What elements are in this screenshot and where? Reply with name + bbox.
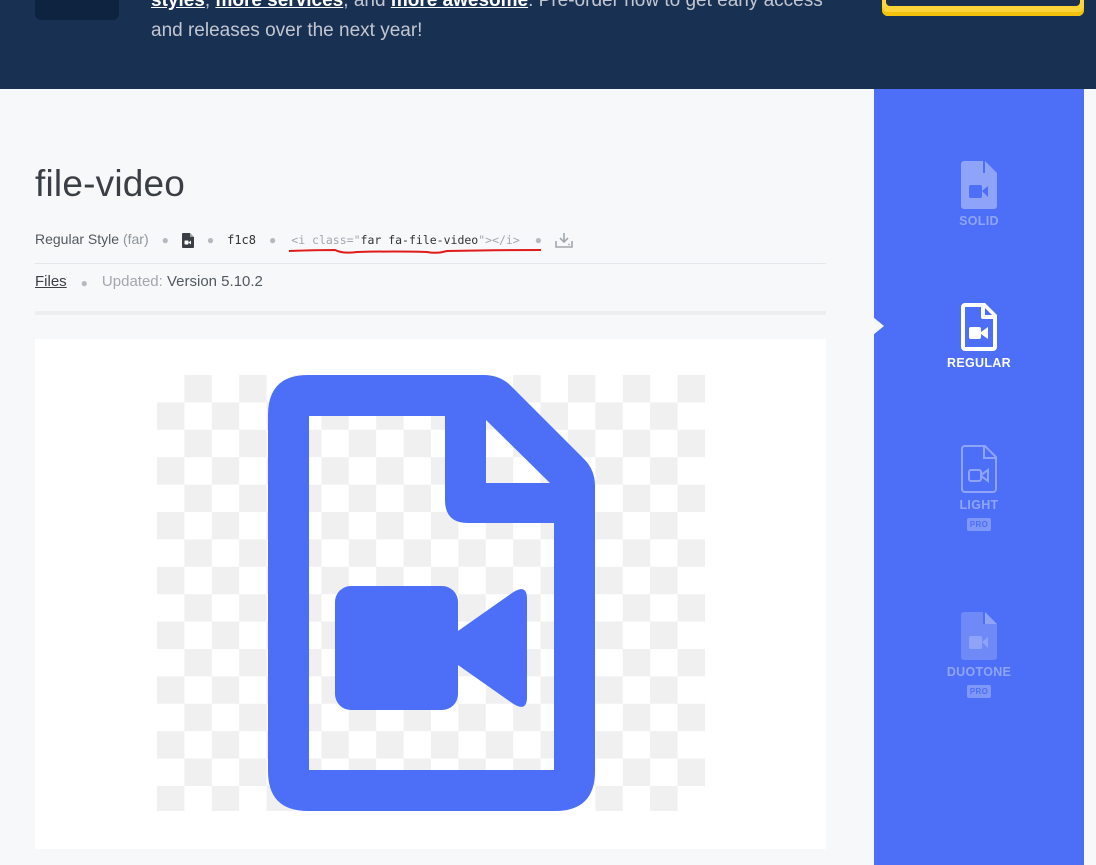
promo-banner: styles, more services, and more awesome.… [0,0,1096,89]
page-title: file-video [35,163,186,204]
banner-link-styles[interactable]: styles [151,0,205,11]
style-option-label: LIGHT [959,498,999,512]
banner-link-awesome[interactable]: more awesome [391,0,528,11]
category-link-files[interactable]: Files [35,273,67,290]
logo-icon[interactable] [35,0,119,20]
separator-dot: ● [80,276,88,290]
icon-meta-row: Regular Style (far) ● ● f1c8 ● <i class=… [35,231,826,264]
file-video-duotone-icon [961,612,997,660]
file-video-regular-icon [961,303,997,351]
style-sidebar: SOLID REGULAR LIGHT PRO DUOTONE PRO [873,89,1084,865]
preorder-button[interactable] [882,0,1084,16]
style-option-solid[interactable]: SOLID [874,161,1084,228]
banner-text-sep: , [204,0,216,11]
banner-text: styles, more services, and more awesome.… [151,0,851,46]
file-video-icon[interactable] [181,233,194,248]
code-classes: far fa-file-video [360,233,479,247]
separator-dot: ● [206,233,215,247]
unicode-value[interactable]: f1c8 [227,231,256,250]
file-video-light-icon [961,445,997,493]
style-prefix: (far) [122,231,149,247]
file-video-icon [268,375,595,811]
pro-badge: PRO [966,685,992,698]
download-icon[interactable] [555,232,573,248]
html-code-snippet[interactable]: <i class="far fa-file-video"></i> [289,231,542,254]
icon-preview-card [35,339,826,849]
style-option-duotone[interactable]: DUOTONE PRO [874,612,1084,698]
version-value: Version 5.10.2 [166,273,263,290]
style-option-label: SOLID [959,214,999,228]
red-annotation-underline [289,248,542,254]
style-option-light[interactable]: LIGHT PRO [874,445,1084,531]
style-option-regular[interactable]: REGULAR [874,303,1084,370]
banner-text-mid: , and [343,0,391,11]
banner-link-services[interactable]: more services [215,0,343,11]
separator-dot: ● [161,233,169,247]
separator-dot: ● [269,233,277,247]
style-option-label: DUOTONE [946,665,1012,679]
category-row: Files ● Updated: Version 5.10.2 [35,273,826,315]
file-video-solid-icon [961,161,997,209]
pro-badge: PRO [966,518,992,531]
style-label: Regular Style (far) [35,231,149,247]
updated-label: Updated: [101,273,163,290]
style-option-label: REGULAR [947,356,1011,370]
